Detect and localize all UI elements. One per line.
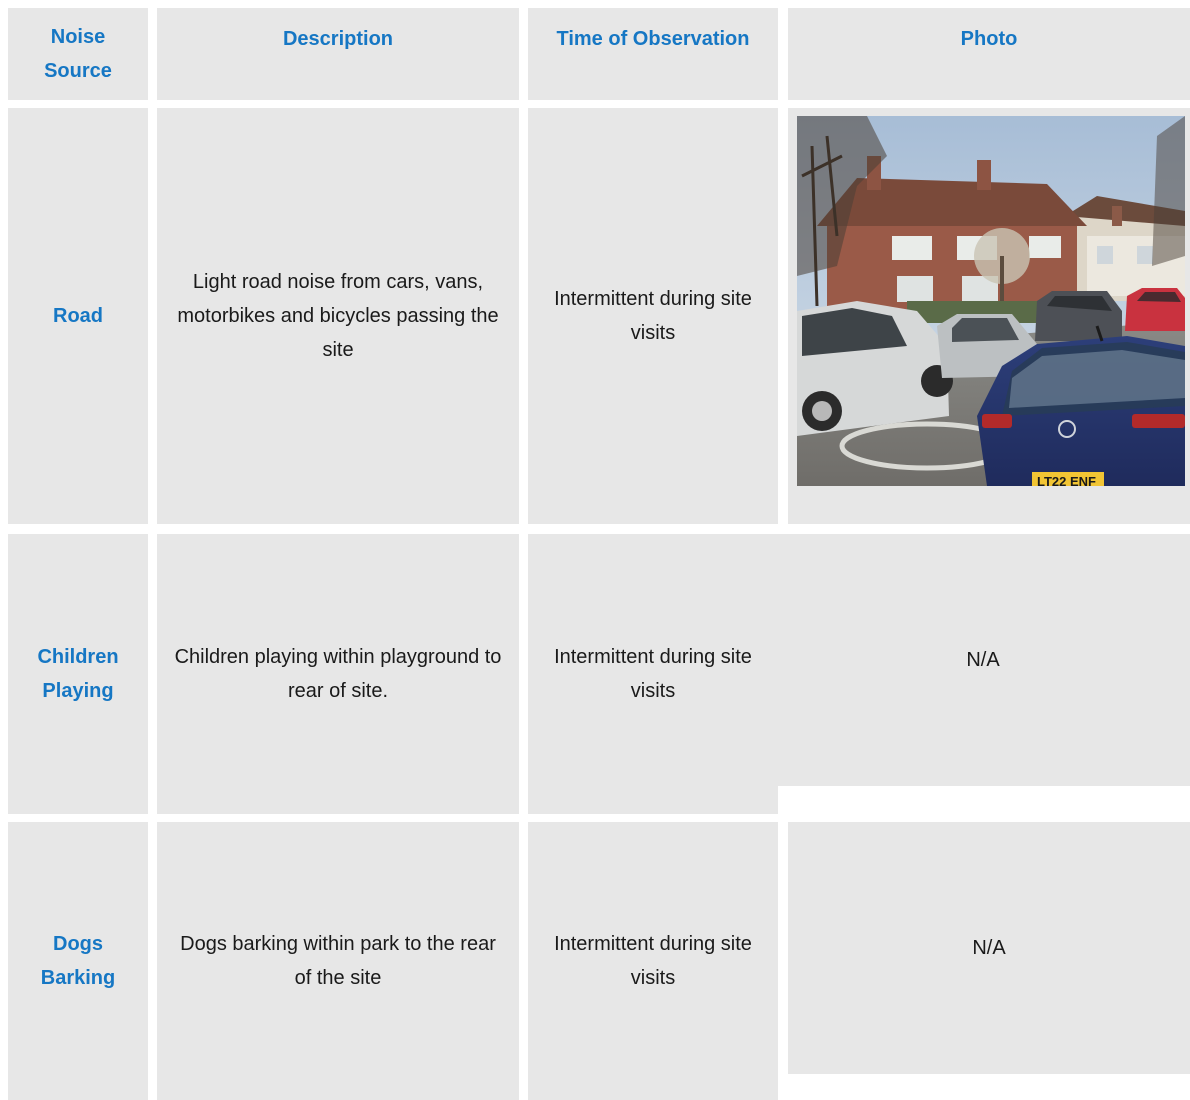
row-dogs-time: Intermittent during site visits (528, 822, 778, 1100)
row-children-time: Intermittent during site visits (528, 534, 778, 814)
row-children-description: Children playing within playground to re… (157, 534, 519, 814)
row-dogs-source: Dogs Barking (8, 822, 148, 1100)
header-description: Description (157, 8, 519, 100)
row-road-description: Light road noise from cars, vans, motorb… (157, 108, 519, 524)
row-children-source: Children Playing (8, 534, 148, 814)
row-children-time-text: Intermittent during site visits (554, 646, 752, 702)
row-children-photo-text: N/A (966, 649, 1000, 671)
row-road-time-text: Intermittent during site visits (554, 288, 752, 344)
header-photo-label: Photo (960, 28, 1018, 50)
row-children-photo: N/A (776, 534, 1190, 786)
row-dogs-source-label: Dogs Barking (40, 933, 116, 989)
row-dogs-description-text: Dogs barking within park to the rear of … (180, 933, 496, 989)
row-road-source-label: Road (53, 305, 103, 327)
header-description-label: Description (282, 28, 394, 50)
road-photo: LT22 ENF (797, 116, 1185, 486)
row-road-description-text: Light road noise from cars, vans, motorb… (177, 271, 499, 361)
row-dogs-time-text: Intermittent during site visits (554, 933, 752, 989)
number-plate-text: LT22 ENF (1037, 474, 1096, 486)
row-dogs-description: Dogs barking within park to the rear of … (157, 822, 519, 1100)
header-noise-source: Noise Source (8, 8, 148, 100)
row-dogs-photo: N/A (788, 822, 1190, 1074)
header-time-label: Time of Observation (556, 28, 750, 50)
row-children-source-label: Children Playing (37, 646, 119, 702)
row-dogs-photo-text: N/A (972, 937, 1006, 959)
row-children-description-text: Children playing within playground to re… (174, 646, 502, 702)
header-photo: Photo (788, 8, 1190, 100)
header-noise-source-label: Noise Source (44, 26, 112, 82)
header-time: Time of Observation (528, 8, 778, 100)
row-road-source: Road (8, 108, 148, 524)
row-road-time: Intermittent during site visits (528, 108, 778, 524)
